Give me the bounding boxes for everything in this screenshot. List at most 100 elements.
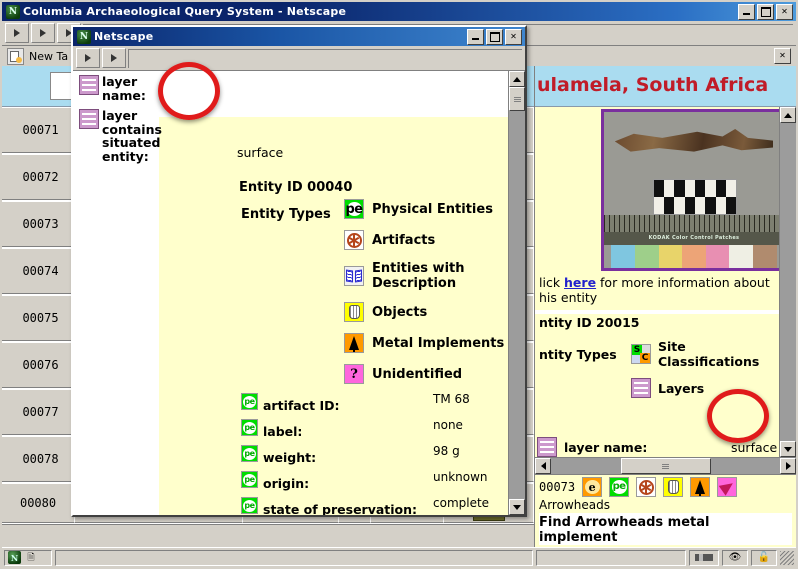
list-item[interactable]: ? Unidentified [344,364,508,384]
layer-name-label-row: layer name: [79,75,163,102]
netscape-icon: N [8,551,21,564]
detail-document: KODAK Color Control Patches lick here fo… [535,107,796,457]
list-item-label: Physical Entities [372,201,493,217]
popup-scroll-down-button[interactable] [509,499,525,515]
list-item[interactable]: Objects [344,302,508,322]
popup-titlebar[interactable]: N Netscape ✕ [73,27,525,46]
lock-icon[interactable]: 🔓 [751,549,777,566]
photo-caption: KODAK Color Control Patches [604,232,779,245]
artifact-photo: KODAK Color Control Patches [601,109,779,271]
close-icon[interactable]: ✕ [776,3,793,20]
detail-column: ulamela, South Africa KODAK Color Contro… [534,66,796,547]
toolbar-button-2[interactable] [31,23,55,43]
list-item[interactable]: Entities with Description [344,261,508,291]
application-root: N Columbia Archaeological Query System -… [0,0,798,569]
popup-layer-name-value: surface [237,145,284,160]
physical-entities-icon: pe [344,199,364,219]
attribute-row: pe origin: unknown [241,470,502,491]
site-classifications-icon: SC [631,344,651,364]
status-icons-pane: N 🗎 [4,549,52,566]
metal-implements-icon [344,333,364,353]
popup-page: layer name: layer contains situated enti… [73,71,508,515]
detail-content: KODAK Color Control Patches lick here fo… [535,107,779,457]
bottom-row-icons[interactable]: 00073 e pe [539,477,792,497]
row-id: 00080 [2,483,76,523]
popup-title: Netscape [94,30,154,43]
attribute-value: unknown [433,470,488,484]
security-icon[interactable]: 👁 [722,549,748,566]
layers-icon [537,437,557,457]
popup-scroll-up-button[interactable] [509,71,525,87]
ruler-scale [604,214,779,233]
attribute-icons: pe [241,497,258,514]
list-item[interactable]: Metal Implements [344,333,508,353]
physical-entities-icon: pe [241,419,258,436]
popup-entity-types-label: Entity Types [241,207,331,222]
bottom-row-id: 00073 [539,480,576,494]
more-info-text-1: lick here for more information about his… [539,275,770,305]
list-item[interactable]: SC Site Classifications [631,339,779,369]
list-item-label: Entities with Description [372,261,465,291]
list-item-label: Metal Implements [372,335,505,351]
scroll-right-button[interactable] [780,458,796,474]
detail-vertical-scrollbar[interactable] [779,107,796,457]
connection-icon[interactable] [689,549,719,566]
layers-icon [631,378,651,398]
popup-document: layer name: layer contains situated enti… [73,70,525,515]
popup-maximize-button[interactable] [486,28,503,45]
minimize-button[interactable] [738,3,755,20]
list-item-label: Layers [658,380,705,396]
detail-layer-name-value: surface [731,440,778,455]
entities-icon: e [582,477,603,497]
bottom-row-label: Arrowheads [539,498,610,512]
attribute-icons: pe [241,445,258,462]
artifacts-icon [344,230,364,250]
popup-toolbar-button-2[interactable] [102,48,126,68]
document-icon[interactable]: 🗎 [24,551,38,564]
toolbar-button-1[interactable] [5,23,29,43]
main-window-titlebar[interactable]: N Columbia Archaeological Query System -… [2,2,796,21]
row-id: 00078 [2,436,80,482]
scroll-down-button[interactable] [780,441,796,457]
list-item-label: Objects [372,304,428,320]
maximize-button[interactable] [757,3,774,20]
layer-contains-label-row: layer contains situated entity: [79,109,163,163]
popup-close-icon[interactable]: ✕ [505,28,522,45]
scroll-left-button[interactable] [535,458,551,474]
list-item[interactable]: Layers [631,378,779,398]
physical-entities-icon: pe [241,393,258,410]
list-item[interactable]: pe Physical Entities [344,199,508,219]
tab-close-icon[interactable]: ✕ [774,48,791,64]
scroll-up-button[interactable] [780,107,796,123]
detail-horizontal-scrollbar[interactable] [535,457,796,474]
popup-scroll-thumb[interactable] [509,87,525,111]
status-message-pane [55,549,533,566]
attribute-icons: pe [241,419,258,436]
resize-grip[interactable] [780,550,794,565]
attribute-row: pe state of preservation: complete [241,496,502,515]
checker-scale [652,179,738,216]
hscroll-thumb[interactable] [620,458,711,474]
list-item[interactable]: Artifacts [344,230,508,250]
color-patches [611,244,777,268]
physical-entities-icon: pe [241,471,258,488]
attribute-value: 98 g [433,444,460,458]
popup-vertical-scrollbar[interactable] [508,71,525,515]
attribute-name: label: [263,424,303,439]
status-bar: N 🗎 👁 🔓 [2,547,796,567]
objects-icon [344,302,364,322]
row-id: 00077 [2,389,80,435]
new-tab-label[interactable]: New Ta [29,50,68,63]
detail-entity-id: ntity ID 20015 [539,315,640,330]
popup-window-buttons: ✕ [467,28,523,45]
list-item-label: Unidentified [372,366,463,382]
popup-minimize-button[interactable] [467,28,484,45]
new-tab-icon [7,47,24,65]
popup-label-column: layer name: layer contains situated enti… [79,75,163,170]
netscape-icon: N [6,4,20,19]
popup-toolbar-button-1[interactable] [76,48,100,68]
row-id: 00073 [2,201,80,247]
attribute-value: none [433,418,463,432]
attribute-name: state of preservation: [263,502,418,515]
here-link-1[interactable]: here [564,275,596,290]
